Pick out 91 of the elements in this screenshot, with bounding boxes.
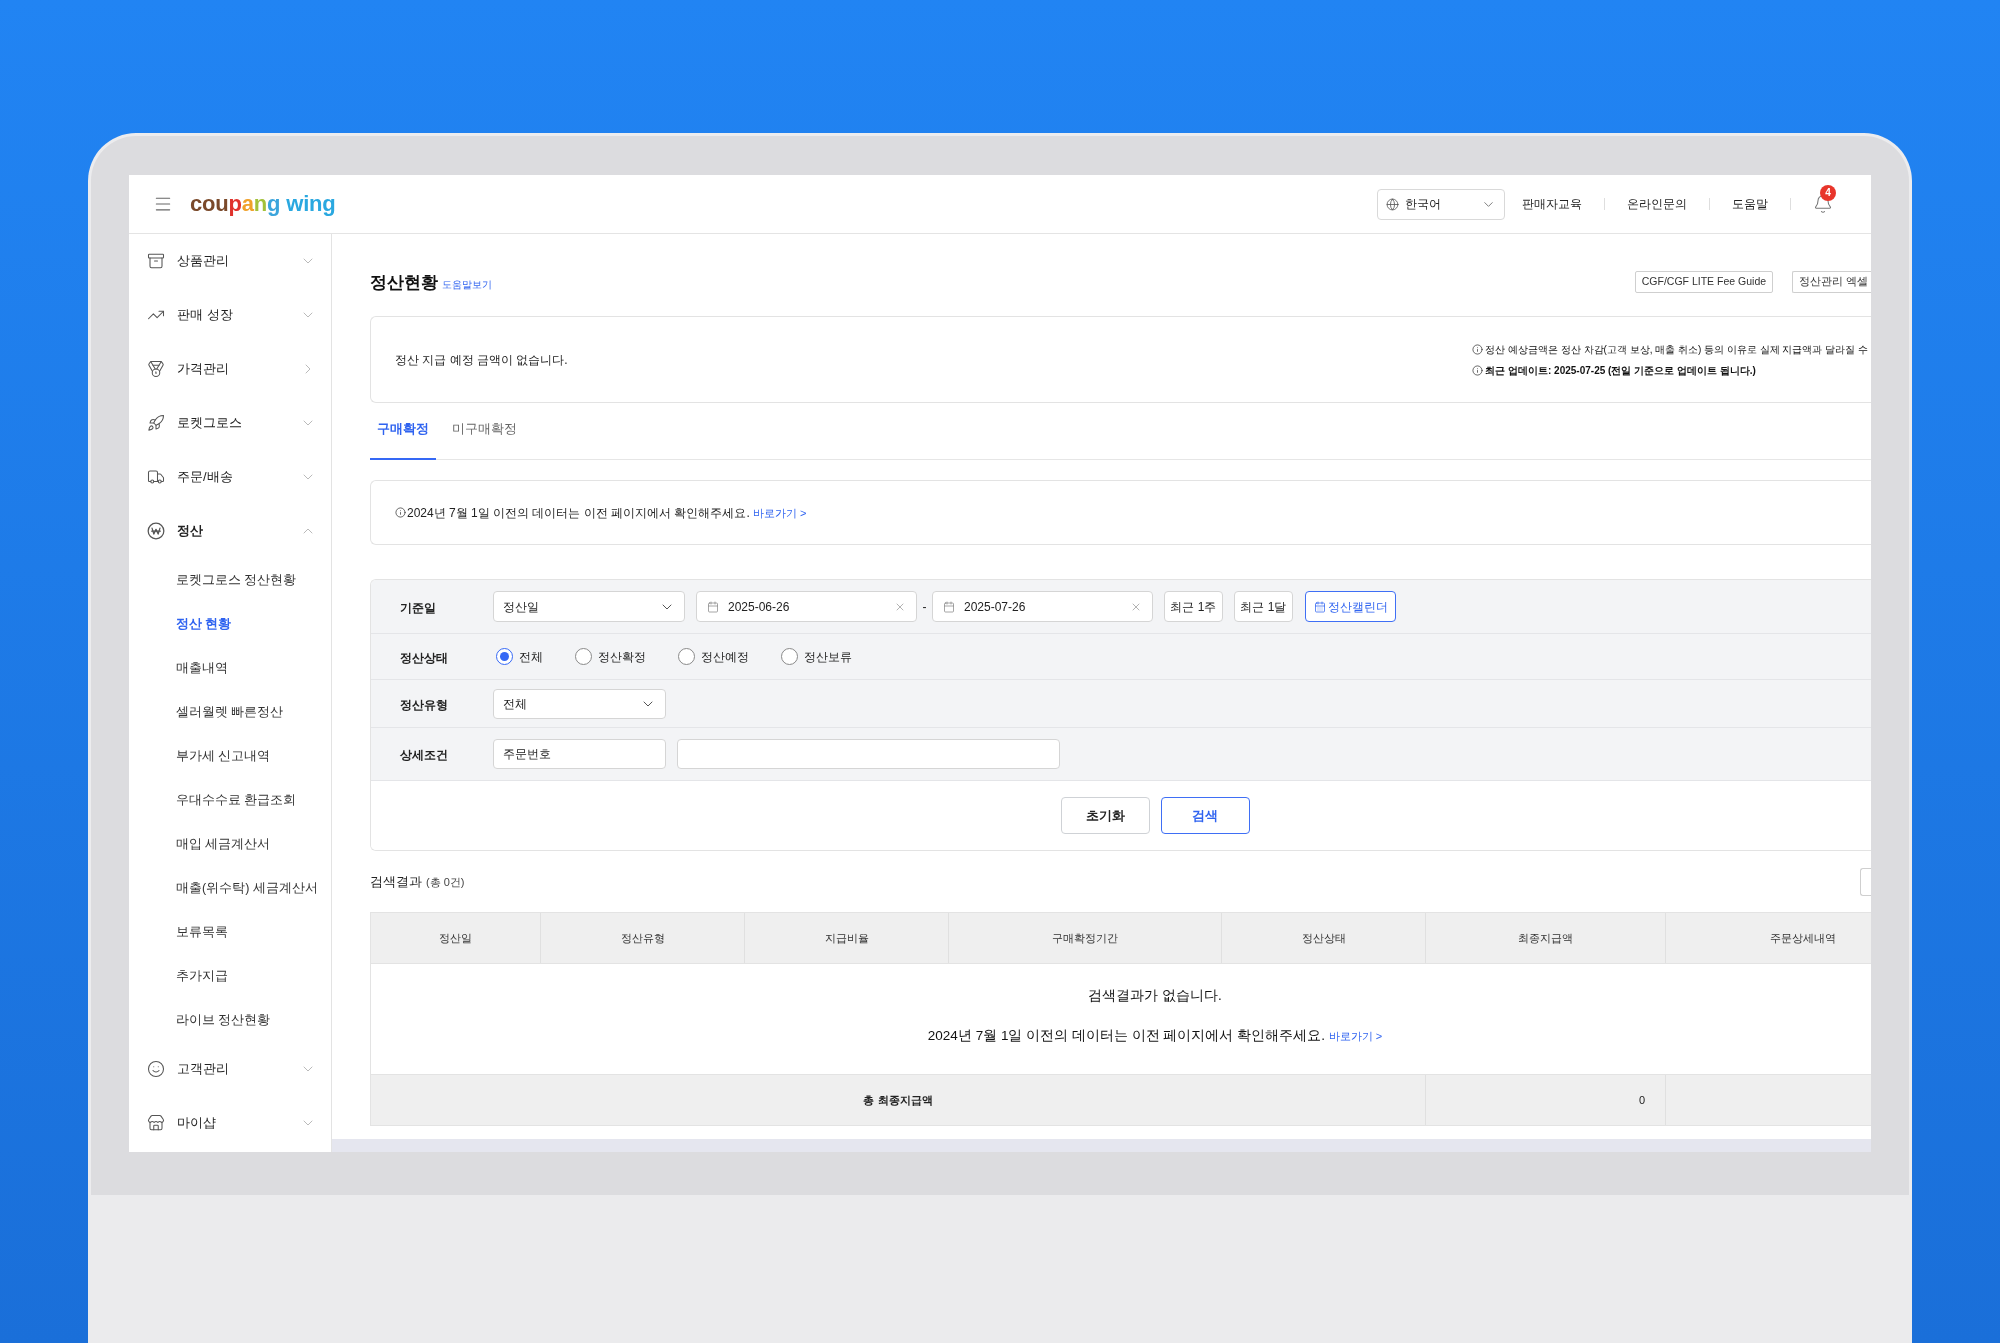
- language-select[interactable]: 한국어: [1377, 188, 1505, 220]
- logo[interactable]: coupang wing: [190, 193, 336, 215]
- date-range-separator: -: [921, 598, 928, 616]
- truck-icon: [147, 468, 165, 486]
- bell-icon[interactable]: [1813, 194, 1833, 214]
- box-icon: [147, 252, 165, 270]
- results-title: 검색결과: [370, 873, 422, 892]
- medal-icon: [147, 360, 165, 378]
- sidebar-item[interactable]: 로켓그로스: [129, 396, 331, 450]
- filter-label: 정산상태: [400, 650, 448, 665]
- shortcut-link[interactable]: 바로가기 >: [1328, 1030, 1383, 1042]
- rocket-icon: [147, 414, 165, 432]
- sidebar-item[interactable]: 상품관리: [129, 234, 331, 288]
- total-value: 0: [1638, 1092, 1645, 1108]
- sidebar-subitem[interactable]: 보류목록: [129, 910, 331, 954]
- info-icon: [395, 507, 406, 518]
- sidebar-subitem[interactable]: 라이브 정산현황: [129, 998, 331, 1042]
- sidebar-subitem[interactable]: 셀러월렛 빠른정산: [129, 690, 331, 734]
- column-header: 최종지급액: [1426, 913, 1666, 963]
- tab[interactable]: 미구매확정: [445, 410, 524, 460]
- sidebar-subitem[interactable]: 매입 세금계산서: [129, 822, 331, 866]
- radio-icon[interactable]: [575, 648, 592, 665]
- sidebar-item[interactable]: 고객관리: [129, 1042, 331, 1096]
- scrollbar-track[interactable]: [332, 1139, 1871, 1152]
- notification-badge: 4: [1820, 185, 1836, 201]
- smile-icon: [147, 1060, 165, 1078]
- sidebar-subitem[interactable]: 부가세 신고내역: [129, 734, 331, 778]
- period-button[interactable]: 최근 1주: [1164, 591, 1223, 622]
- radio-icon[interactable]: [781, 648, 798, 665]
- won-coin-icon: [147, 522, 165, 540]
- calendar-icon: [943, 600, 955, 613]
- shortcut-link[interactable]: 바로가기 >: [753, 506, 807, 519]
- radio-option[interactable]: 정산보류: [781, 647, 852, 666]
- results-count: (총 0건): [426, 874, 465, 890]
- sidebar-item[interactable]: 주문/배송: [129, 450, 331, 504]
- column-header: 구매확정기간: [949, 913, 1222, 963]
- radio-option[interactable]: 전체: [496, 647, 543, 666]
- page-title: 정산현황: [370, 273, 438, 291]
- reset-button[interactable]: 초기화: [1060, 797, 1150, 834]
- sidebar-subitem[interactable]: 정산 현황: [129, 602, 331, 646]
- radio-icon[interactable]: [496, 648, 513, 665]
- radio-option[interactable]: 정산예정: [678, 647, 749, 666]
- header-link[interactable]: 온라인문의: [1627, 195, 1687, 213]
- tab[interactable]: 구매확정: [370, 410, 436, 460]
- empty-note: 2024년 7월 1일 이전의 데이터는 이전 페이지에서 확인해주세요. 바로가기 >: [927, 1027, 1383, 1045]
- sidebar-subitem[interactable]: 추가지급: [129, 954, 331, 998]
- end-date-field[interactable]: 2025-07-26: [932, 591, 1153, 622]
- filter-label: 정산유형: [400, 697, 448, 712]
- sidebar-item[interactable]: 정산: [129, 504, 331, 558]
- period-button[interactable]: 최근 1달: [1234, 591, 1293, 622]
- basis-select[interactable]: 정산일: [493, 591, 685, 622]
- filter-label: 기준일: [400, 600, 436, 615]
- sidebar-subitem[interactable]: 매출내역: [129, 646, 331, 690]
- header-link[interactable]: 판매자교육: [1522, 195, 1582, 213]
- info-icon: [1472, 364, 1484, 376]
- radio-option[interactable]: 정산확정: [575, 647, 646, 666]
- sidebar-item[interactable]: 판매 성장: [129, 288, 331, 342]
- sidebar-subitem[interactable]: 매출(위수탁) 세금계산서: [129, 866, 331, 910]
- keyword-field[interactable]: [677, 739, 1060, 769]
- sidebar-subitem[interactable]: 로켓그로스 정산현황: [129, 558, 331, 602]
- action-button[interactable]: 정산관리 엑셀: [1792, 271, 1871, 293]
- radio-icon[interactable]: [678, 648, 695, 665]
- calendar-icon: [707, 600, 719, 613]
- start-date-field[interactable]: 2025-06-26: [696, 591, 917, 622]
- column-header: 지급비율: [745, 913, 949, 963]
- calendar-icon: [1313, 600, 1326, 613]
- toolbar-button[interactable]: [1860, 868, 1871, 896]
- total-label: 총 최종지급액: [863, 1092, 933, 1108]
- sidebar-subitem[interactable]: 우대수수료 환급조회: [129, 778, 331, 822]
- column-header: 정산유형: [541, 913, 745, 963]
- column-header: 정산상태: [1222, 913, 1426, 963]
- globe-icon: [1386, 197, 1399, 211]
- search-button[interactable]: 검색: [1160, 797, 1250, 834]
- info-icon: [1472, 343, 1484, 355]
- notice-text: 2024년 7월 1일 이전의 데이터는 이전 페이지에서 확인해주세요. 바로가기 >: [407, 504, 807, 522]
- column-header: 정산일: [371, 913, 541, 963]
- summary-note: 최근 업데이트: 2025-07-25 (전일 기준으로 업데이트 됩니다.): [1485, 363, 1756, 378]
- search-type-field[interactable]: 주문번호: [493, 739, 666, 769]
- sidebar-item[interactable]: 마이샵: [129, 1096, 331, 1150]
- column-header: 주문상세내역: [1768, 930, 1837, 946]
- empty-message: 검색결과가 없습니다.: [1088, 987, 1222, 1005]
- calendar-button[interactable]: 정산캘린더: [1305, 591, 1396, 622]
- summary-note: 정산 예상금액은 정산 차감(고객 보상, 매출 취소) 등의 이유로 실제 지급액과 달라질 수: [1485, 342, 1868, 357]
- help-link[interactable]: 도움말보기: [442, 280, 492, 290]
- sidebar-item[interactable]: 가격관리: [129, 342, 331, 396]
- action-button[interactable]: CGF/CGF LITE Fee Guide: [1634, 271, 1774, 293]
- summary-message: 정산 지급 예정 금액이 없습니다.: [395, 351, 568, 369]
- header-link[interactable]: 도움말: [1732, 195, 1768, 213]
- type-select[interactable]: 전체: [493, 688, 666, 719]
- filter-label: 상세조건: [400, 748, 448, 762]
- storefront-icon: [147, 1114, 165, 1132]
